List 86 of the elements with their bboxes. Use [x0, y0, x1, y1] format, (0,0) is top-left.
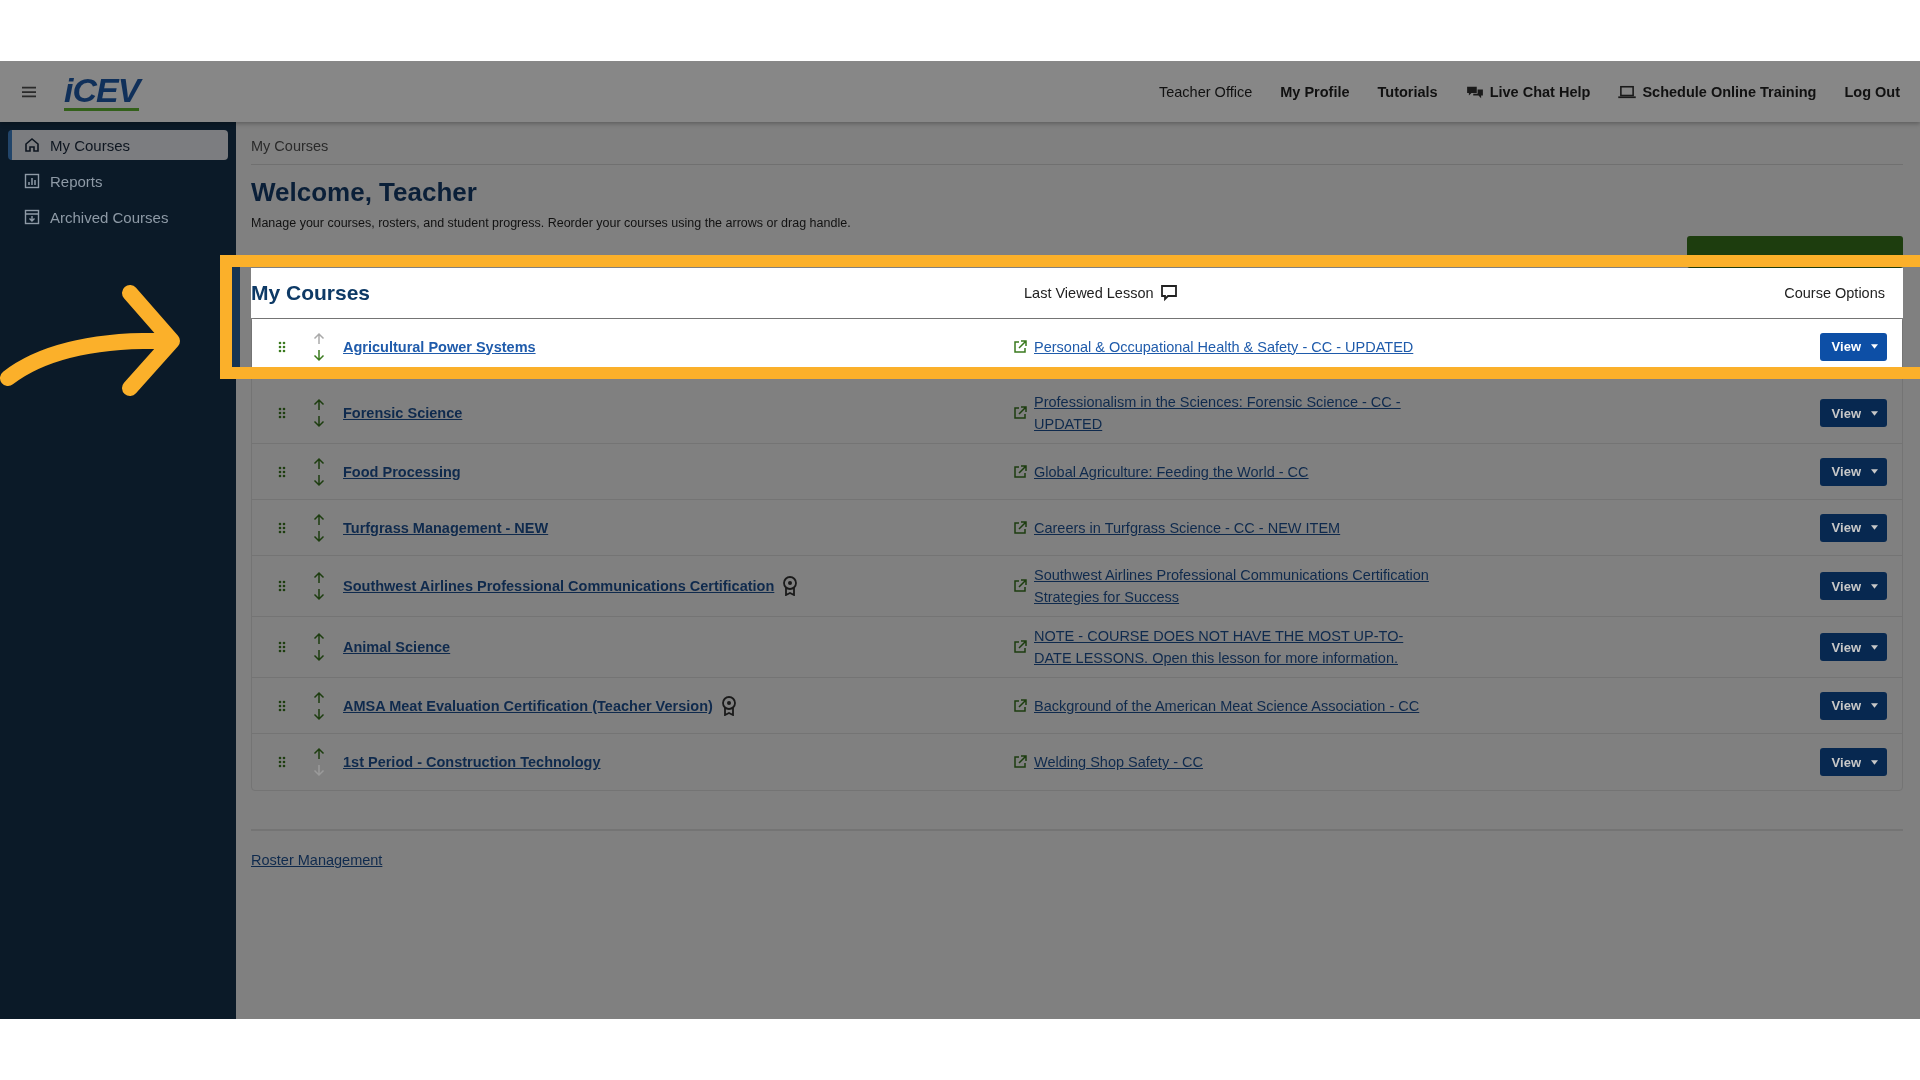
view-split-button[interactable]: View	[1819, 399, 1887, 427]
down-arrow-icon[interactable]	[313, 414, 325, 428]
breadcrumb: My Courses	[251, 122, 1903, 165]
down-arrow-icon[interactable]	[313, 528, 325, 543]
up-arrow-icon[interactable]	[313, 690, 325, 705]
view-split-button[interactable]: View	[1819, 633, 1887, 661]
caret-icon[interactable]	[1871, 759, 1878, 765]
down-arrow-icon[interactable]	[313, 472, 325, 487]
nav-link[interactable]: Live Chat Help	[1465, 83, 1591, 100]
lesson-link[interactable]: Careers in Turfgrass Science - CC - NEW ITEM	[1034, 516, 1341, 539]
drag-handle-icon[interactable]	[278, 756, 286, 768]
course-link[interactable]: Turfgrass Management - NEW	[343, 519, 549, 536]
comment-icon	[1159, 284, 1178, 302]
caret-icon[interactable]	[1871, 703, 1878, 708]
nav-link[interactable]: Tutorials	[1377, 83, 1438, 100]
column-header: Course Options	[1784, 285, 1885, 301]
home-icon	[24, 137, 40, 153]
lesson-link[interactable]: Global Agriculture: Feeding the World - CC	[1034, 460, 1309, 483]
view-split-button[interactable]: View	[1819, 457, 1887, 486]
caret-icon[interactable]	[1871, 583, 1878, 589]
caret-icon[interactable]	[1871, 644, 1878, 650]
drag-handle-icon[interactable]	[278, 340, 286, 353]
up-arrow-icon[interactable]	[313, 331, 325, 346]
view-split-button[interactable]: View	[1819, 748, 1887, 776]
roster-management-link[interactable]: Roster Management	[251, 852, 383, 868]
course-link[interactable]: AMSA Meat Evaluation Certification (Teacher Version)	[343, 697, 713, 714]
nav-link[interactable]: My Profile	[1280, 83, 1350, 100]
lesson-link[interactable]: Professionalism in the Sciences: Forensic Science - CC - UPDATED	[1034, 391, 1433, 435]
drag-handle-icon[interactable]	[278, 407, 286, 419]
down-arrow-icon[interactable]	[313, 706, 325, 721]
laptop-icon	[1618, 84, 1637, 99]
view-split-button[interactable]: View	[1819, 691, 1887, 720]
page-title: Welcome, Teacher	[251, 177, 478, 208]
drag-handle-icon[interactable]	[278, 641, 286, 653]
lesson-link[interactable]: Welding Shop Safety - CC	[1034, 751, 1203, 773]
external-link-icon	[1013, 579, 1027, 593]
up-arrow-icon[interactable]	[313, 632, 325, 646]
drag-handle-icon[interactable]	[278, 580, 286, 592]
sidebar-item[interactable]: Archived Courses	[8, 202, 228, 232]
page-description: Manage your courses, rosters, and student progress. Reorder your courses using the arrows or drag handle.	[251, 216, 852, 230]
drag-handle-icon[interactable]	[278, 699, 286, 712]
course-link[interactable]: Southwest Airlines Professional Communications Certification	[343, 578, 775, 594]
external-link-icon	[1013, 698, 1027, 713]
external-link-icon	[1013, 520, 1027, 535]
up-arrow-icon[interactable]	[313, 512, 325, 527]
archive-icon	[24, 209, 40, 225]
sidebar-item[interactable]: My Courses	[8, 130, 228, 160]
external-link-icon	[1013, 640, 1027, 654]
down-arrow-icon[interactable]	[313, 347, 325, 362]
view-split-button[interactable]: View	[1819, 572, 1887, 600]
external-link-icon	[1013, 339, 1027, 354]
chart-icon	[24, 173, 40, 189]
lesson-link[interactable]: Background of the American Meat Science Association - CC	[1034, 694, 1420, 717]
course-link[interactable]: Animal Science	[343, 639, 451, 655]
column-header: Last Viewed Lesson	[1024, 285, 1154, 301]
nav-link[interactable]: Schedule Online Training	[1618, 83, 1817, 100]
up-arrow-icon[interactable]	[313, 747, 325, 761]
sidebar-item[interactable]: Reports	[8, 166, 228, 196]
up-arrow-icon[interactable]	[313, 456, 325, 471]
caret-icon[interactable]	[1871, 525, 1878, 530]
course-link[interactable]: Forensic Science	[343, 405, 463, 421]
external-link-icon	[1013, 755, 1027, 769]
caret-icon[interactable]	[1871, 469, 1878, 474]
nav-link[interactable]: Teacher Office	[1159, 83, 1253, 100]
drag-handle-icon[interactable]	[278, 465, 286, 478]
down-arrow-icon[interactable]	[313, 648, 325, 662]
menu-icon[interactable]	[20, 84, 38, 99]
up-arrow-icon[interactable]	[313, 398, 325, 412]
course-link[interactable]: Agricultural Power Systems	[343, 338, 536, 355]
chat-bubbles-icon	[1465, 84, 1484, 99]
up-arrow-icon[interactable]	[313, 571, 325, 585]
lesson-link[interactable]: NOTE - COURSE DOES NOT HAVE THE MOST UP-TO-DATE LESSONS. Open this lesson for more information.	[1034, 625, 1433, 669]
external-link-icon	[1013, 464, 1027, 479]
lesson-link[interactable]: Personal & Occupational Health & Safety - CC - UPDATED	[1034, 335, 1414, 358]
down-arrow-icon[interactable]	[313, 587, 325, 601]
lesson-link[interactable]: Southwest Airlines Professional Communications Certification Strategies for Success	[1034, 564, 1433, 608]
course-link[interactable]: Food Processing	[343, 463, 461, 480]
caret-icon[interactable]	[1871, 410, 1878, 416]
view-split-button[interactable]: View	[1819, 332, 1887, 361]
caret-icon[interactable]	[1871, 344, 1878, 349]
nav-link[interactable]: Log Out	[1844, 83, 1900, 100]
drag-handle-icon[interactable]	[278, 521, 286, 534]
view-split-button[interactable]: View	[1819, 513, 1887, 542]
external-link-icon	[1013, 406, 1027, 420]
course-link[interactable]: 1st Period - Construction Technology	[343, 754, 601, 770]
card-title: My Courses	[251, 281, 372, 305]
